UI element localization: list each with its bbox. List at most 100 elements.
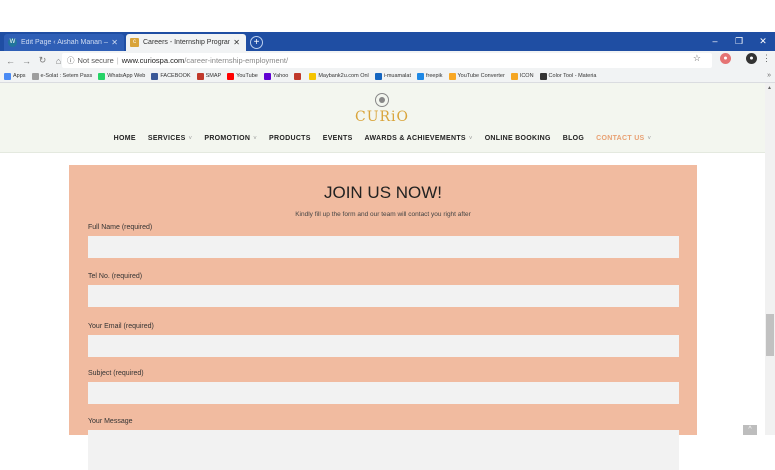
nav-item-home[interactable]: HOME bbox=[114, 135, 136, 142]
nav-item-label: PRODUCTS bbox=[269, 135, 311, 142]
tel-no-label: Tel No. (required) bbox=[88, 273, 143, 280]
bookmark-item[interactable]: SMAP bbox=[196, 72, 221, 80]
nav-item-contact-us[interactable]: CONTACT US ˅ bbox=[596, 135, 651, 142]
maximize-button[interactable]: ❐ bbox=[727, 32, 751, 51]
tab-title: Edit Page ‹ Aishah Manan — Wo bbox=[21, 39, 108, 46]
new-tab-button[interactable]: + bbox=[250, 36, 263, 49]
bookmark-label: Color Tool - Materia bbox=[548, 73, 597, 79]
scroll-up-icon[interactable]: ▲ bbox=[767, 85, 772, 91]
website-viewport: CURiO HOME SERVICES ˅ PROMOTION ˅ PRODUCTS EVE… bbox=[0, 83, 775, 470]
nav-item-label: CONTACT US bbox=[596, 135, 645, 142]
message-textarea[interactable] bbox=[88, 430, 679, 470]
browser-tabstrip: W Edit Page ‹ Aishah Manan — Wo ✕ c Care… bbox=[0, 32, 775, 51]
bookmark-item[interactable]: ICON bbox=[510, 72, 534, 80]
bookmark-favicon-icon bbox=[374, 72, 382, 80]
forward-arrow-icon[interactable]: → bbox=[21, 56, 32, 66]
bookmark-favicon-icon bbox=[151, 72, 159, 80]
full-name-label: Full Name (required) bbox=[88, 224, 153, 231]
bookmark-favicon-icon bbox=[510, 72, 518, 80]
bookmark-item[interactable] bbox=[294, 72, 303, 80]
bookmark-label: i-muamalat bbox=[383, 73, 411, 79]
bookmark-label: YouTube Converter bbox=[457, 73, 505, 79]
tel-no-input[interactable] bbox=[88, 285, 679, 307]
nav-item-label: HOME bbox=[113, 135, 136, 142]
url-host: www.curiospa.com bbox=[121, 56, 185, 65]
bookmark-item[interactable]: YouTube bbox=[227, 72, 258, 80]
bookmark-item[interactable]: e-Solat : Setem Pass bbox=[31, 72, 93, 80]
tab-edit-page[interactable]: W Edit Page ‹ Aishah Manan — Wo ✕ bbox=[4, 34, 124, 51]
profile-avatar-icon[interactable]: ● bbox=[746, 53, 757, 64]
bookmark-favicon-icon bbox=[263, 72, 271, 80]
form-subtitle: Kindly fill up the form and our team wil… bbox=[295, 211, 471, 218]
bookmark-label: Apps bbox=[13, 73, 26, 79]
email-input[interactable] bbox=[88, 335, 679, 357]
close-tab-icon[interactable]: ✕ bbox=[233, 38, 240, 47]
bookmarks-bar: Apps e-Solat : Setem Pass WhatsApp Web FACE… bbox=[0, 70, 775, 83]
chevron-down-icon: ˅ bbox=[647, 136, 652, 142]
bookmark-label: Yahoo bbox=[272, 73, 289, 79]
url-path: /career-internship-employment/ bbox=[184, 56, 289, 65]
extension-icon[interactable]: ● bbox=[720, 53, 731, 64]
address-row: ← → ↻ ⌂ ⓘ Not secure | www.curiospa.com … bbox=[0, 51, 775, 70]
bookmark-favicon-icon bbox=[227, 72, 235, 80]
subject-input[interactable] bbox=[88, 382, 679, 404]
bookmark-label: ICON bbox=[519, 73, 534, 79]
logo-emblem-icon[interactable] bbox=[375, 93, 389, 107]
bookmark-item[interactable]: Yahoo bbox=[263, 72, 289, 80]
bookmark-item[interactable]: WhatsApp Web bbox=[98, 72, 145, 80]
bookmark-star-icon[interactable]: ☆ bbox=[693, 53, 701, 64]
tab-title: Careers - Internship Programme bbox=[143, 39, 230, 46]
bookmark-label: YouTube bbox=[236, 73, 258, 79]
form-title: JOIN US NOW! bbox=[323, 183, 443, 202]
nav-item-label: BLOG bbox=[562, 135, 585, 142]
bookmark-favicon-icon bbox=[448, 72, 456, 80]
nav-item-events[interactable]: EVENTS bbox=[323, 135, 353, 142]
tab-careers[interactable]: c Careers - Internship Programme ✕ bbox=[126, 34, 246, 51]
reload-icon[interactable]: ↻ bbox=[37, 55, 48, 66]
top-whitespace bbox=[0, 0, 775, 32]
nav-item-label: PROMOTION bbox=[204, 135, 251, 142]
window-controls: – ❐ ✕ bbox=[703, 32, 775, 51]
nav-item-promotion[interactable]: PROMOTION ˅ bbox=[204, 135, 257, 142]
scrollbar-thumb[interactable] bbox=[766, 314, 774, 356]
bookmark-item[interactable]: freepik bbox=[416, 72, 443, 80]
back-to-top-button[interactable]: ^ bbox=[743, 425, 757, 435]
site-favicon-icon: c bbox=[130, 38, 139, 47]
bookmark-label: freepik bbox=[425, 73, 443, 79]
bookmark-item[interactable]: Maybank2u.com Onl bbox=[309, 72, 369, 80]
nav-item-products[interactable]: PRODUCTS bbox=[269, 135, 311, 142]
bookmark-favicon-icon bbox=[309, 72, 317, 80]
main-navigation: HOME SERVICES ˅ PROMOTION ˅ PRODUCTS EVENTS AWA… bbox=[0, 135, 765, 142]
close-tab-icon[interactable]: ✕ bbox=[111, 38, 118, 47]
nav-item-blog[interactable]: BLOG bbox=[563, 135, 584, 142]
address-bar[interactable]: ⓘ Not secure | www.curiospa.com /career-… bbox=[62, 53, 712, 68]
bookmark-favicon-icon bbox=[31, 72, 39, 80]
site-logo[interactable]: CURiO bbox=[340, 109, 424, 125]
back-arrow-icon[interactable]: ← bbox=[5, 56, 16, 66]
bookmark-item[interactable]: i-muamalat bbox=[374, 72, 411, 80]
nav-item-awards-achievements[interactable]: AWARDS & ACHIEVEMENTS ˅ bbox=[365, 135, 473, 142]
more-bookmarks-icon[interactable]: » bbox=[767, 72, 771, 79]
chevron-down-icon: ˅ bbox=[468, 136, 473, 142]
bookmark-item[interactable]: Apps bbox=[4, 72, 26, 80]
close-window-button[interactable]: ✕ bbox=[751, 32, 775, 51]
bookmark-item[interactable]: FACEBOOK bbox=[151, 72, 191, 80]
bookmark-favicon-icon bbox=[196, 72, 204, 80]
browser-menu-icon[interactable]: ⋮ bbox=[762, 53, 771, 64]
bookmark-label: FACEBOOK bbox=[160, 73, 191, 79]
nav-item-online-booking[interactable]: ONLINE BOOKING bbox=[485, 135, 551, 142]
bookmark-favicon-icon bbox=[98, 72, 106, 80]
bookmark-item[interactable]: YouTube Converter bbox=[448, 72, 505, 80]
bookmark-label: Maybank2u.com Onl bbox=[318, 73, 369, 79]
page-scrollbar[interactable]: ▲ bbox=[765, 83, 775, 435]
bookmark-label: e-Solat : Setem Pass bbox=[40, 73, 93, 79]
nav-item-services[interactable]: SERVICES ˅ bbox=[148, 135, 193, 142]
nav-item-label: ONLINE BOOKING bbox=[484, 135, 551, 142]
minimize-button[interactable]: – bbox=[703, 32, 727, 51]
full-name-input[interactable] bbox=[88, 236, 679, 258]
nav-item-label: SERVICES bbox=[147, 135, 186, 142]
bookmark-item[interactable]: Color Tool - Materia bbox=[539, 72, 597, 80]
info-icon[interactable]: ⓘ bbox=[67, 55, 75, 66]
security-status: Not secure bbox=[77, 56, 114, 65]
nav-item-label: EVENTS bbox=[322, 135, 353, 142]
